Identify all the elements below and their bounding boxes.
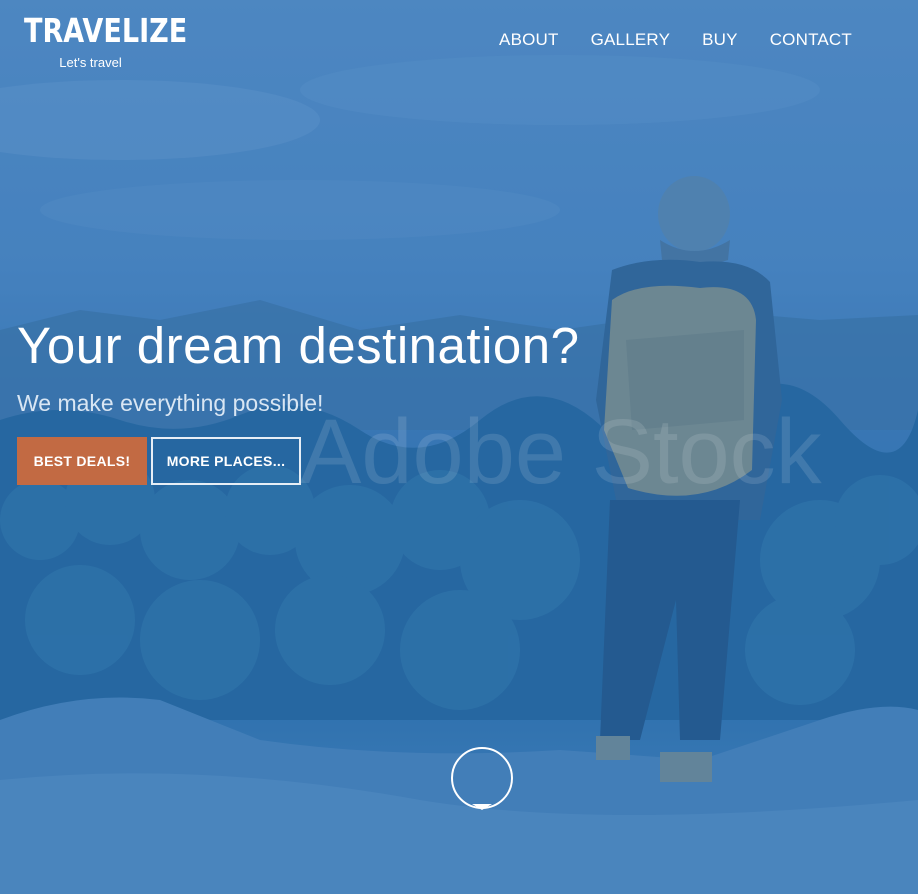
stock-watermark: Adobe Stock <box>300 401 822 503</box>
hero-title: Your dream destination? <box>17 317 580 374</box>
main-nav: ABOUT GALLERY BUY CONTACT <box>499 30 852 50</box>
brand-logo[interactable]: TRAVELIZE Let's travel <box>24 11 188 74</box>
nav-item-about[interactable]: ABOUT <box>499 30 559 50</box>
more-places-button[interactable]: MORE PLACES... <box>151 437 301 485</box>
nav-item-buy[interactable]: BUY <box>702 30 738 50</box>
nav-item-gallery[interactable]: GALLERY <box>591 30 671 50</box>
brand-name: TRAVELIZE <box>24 11 188 50</box>
brand-tagline: Let's travel <box>59 55 122 70</box>
scroll-down-button[interactable] <box>451 747 513 810</box>
best-deals-button[interactable]: BEST DEALS! <box>17 437 147 485</box>
chevron-down-icon <box>472 804 492 810</box>
nav-item-contact[interactable]: CONTACT <box>770 30 852 50</box>
hero-subtitle: We make everything possible! <box>17 390 324 416</box>
